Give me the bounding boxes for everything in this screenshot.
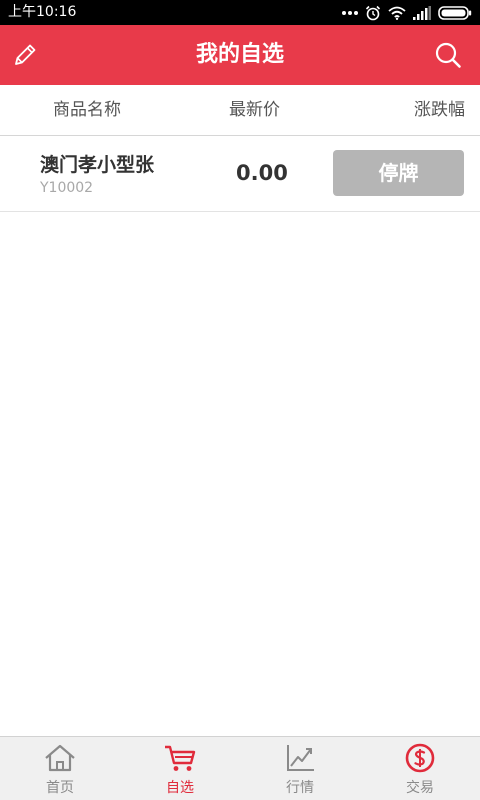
tab-home[interactable]: 首页 — [0, 737, 120, 800]
search-icon[interactable] — [434, 41, 462, 69]
home-icon — [45, 744, 75, 772]
cart-icon — [165, 745, 196, 771]
watchlist-row[interactable]: 澳门孝小型张 Y10002 0.00 停牌 — [0, 136, 480, 212]
tab-home-label: 首页 — [46, 780, 74, 796]
page-title: 我的自选 — [195, 42, 284, 67]
battery-icon — [438, 5, 472, 20]
status-icons — [342, 3, 472, 22]
trend-chart-icon — [287, 745, 314, 771]
status-time: 上午10:16 — [8, 4, 77, 20]
tab-trade-label: 交易 — [406, 780, 434, 796]
top-header: 我的自选 — [0, 25, 480, 85]
status-bar: 上午10:16 — [0, 0, 480, 25]
column-header: 商品名称 最新价 涨跌幅 — [0, 85, 480, 136]
product-code: Y10002 — [40, 180, 94, 196]
product-name: 澳门孝小型张 — [40, 154, 155, 176]
latest-price: 0.00 — [236, 161, 288, 185]
tab-trade[interactable]: 交易 — [360, 737, 480, 800]
tab-market-label: 行情 — [286, 780, 314, 796]
alarm-clock-icon — [365, 5, 381, 20]
more-dots-icon — [342, 10, 358, 15]
column-name-header[interactable]: 商品名称 — [53, 85, 121, 135]
bottom-tab-bar: 首页 自选 行情 交易 — [0, 736, 480, 800]
signal-icon — [413, 5, 431, 20]
column-price-header[interactable]: 最新价 — [229, 85, 280, 135]
app-screen: 上午10:16 我的自选 商品名称 最新价 涨跌幅 澳门孝小型张 Y10002 … — [0, 0, 480, 800]
dollar-circle-icon — [405, 743, 435, 773]
suspended-badge: 停牌 — [333, 150, 464, 196]
column-change-header[interactable]: 涨跌幅 — [414, 85, 465, 135]
tab-market[interactable]: 行情 — [240, 737, 360, 800]
tab-watchlist-label: 自选 — [166, 780, 194, 796]
wifi-icon — [388, 6, 406, 20]
tab-watchlist[interactable]: 自选 — [120, 737, 240, 800]
